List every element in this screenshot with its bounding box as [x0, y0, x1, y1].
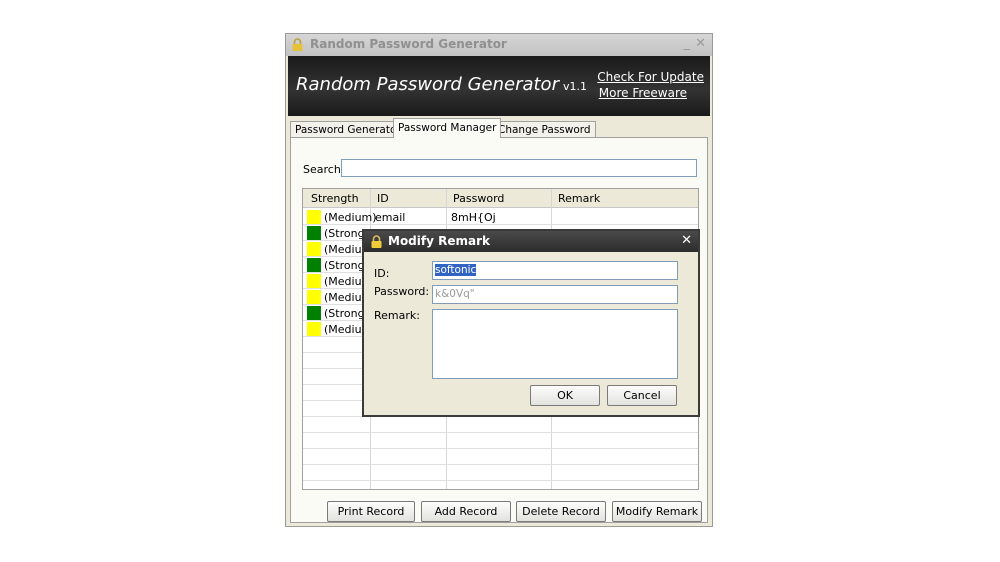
- password-field: k&0Vq": [432, 285, 678, 304]
- strength-swatch: [307, 290, 321, 304]
- table-row[interactable]: (Medium) email 8mH{Oj: [303, 209, 698, 225]
- close-button[interactable]: ✕: [695, 36, 706, 51]
- strength-swatch: [307, 306, 321, 320]
- header-password[interactable]: Password: [453, 192, 504, 205]
- strength-swatch: [307, 242, 321, 256]
- app-banner: Random Password Generator v1.1 Check For …: [288, 56, 710, 116]
- id-label: ID:: [374, 267, 390, 280]
- dialog-title-bar[interactable]: Modify Remark ✕: [364, 231, 698, 252]
- password-text: 8mH{Oj: [451, 211, 496, 224]
- strength-swatch: [307, 274, 321, 288]
- header-id[interactable]: ID: [377, 192, 389, 205]
- id-text: email: [375, 211, 406, 224]
- row-line: [303, 464, 698, 465]
- strength-swatch: [307, 226, 321, 240]
- delete-record-button[interactable]: Delete Record: [516, 501, 606, 522]
- print-record-button[interactable]: Print Record: [327, 501, 415, 522]
- row-line: [303, 448, 698, 449]
- check-for-update-link[interactable]: Check For Update: [597, 70, 704, 84]
- cancel-button[interactable]: Cancel: [607, 385, 677, 406]
- more-freeware-link[interactable]: More Freeware: [599, 86, 687, 100]
- modify-remark-button[interactable]: Modify Remark: [612, 501, 702, 522]
- remark-label: Remark:: [374, 309, 420, 322]
- row-line: [303, 432, 698, 433]
- add-record-button[interactable]: Add Record: [421, 501, 511, 522]
- window-title: Random Password Generator: [310, 37, 507, 51]
- password-label: Password:: [374, 285, 430, 298]
- ok-button[interactable]: OK: [530, 385, 600, 406]
- header-strength[interactable]: Strength: [311, 192, 359, 205]
- app-title-text: Random Password Generator: [296, 74, 559, 95]
- table-header: Strength ID Password Remark: [303, 189, 698, 208]
- strength-text: (Medium): [324, 211, 377, 224]
- app-version: v1.1: [562, 80, 587, 93]
- remark-textarea[interactable]: [432, 309, 678, 379]
- title-bar[interactable]: Random Password Generator _ ✕: [286, 34, 712, 56]
- tab-change-password[interactable]: Change Password: [493, 121, 596, 138]
- tab-password-manager[interactable]: Password Manager: [393, 118, 502, 138]
- search-input[interactable]: [341, 159, 697, 177]
- search-label: Search:: [303, 163, 345, 176]
- strength-swatch: [307, 322, 321, 336]
- tab-password-generator[interactable]: Password Generator: [290, 121, 406, 138]
- app-title: Random Password Generator v1.1: [296, 74, 587, 95]
- id-field[interactable]: softonic: [432, 261, 678, 280]
- strength-swatch: [307, 210, 321, 224]
- minimize-button[interactable]: _: [684, 36, 691, 51]
- id-field-value: softonic: [435, 264, 477, 276]
- row-line: [303, 480, 698, 481]
- lock-icon: [371, 235, 382, 248]
- header-remark[interactable]: Remark: [558, 192, 600, 205]
- dialog-title: Modify Remark: [388, 234, 490, 248]
- dialog-close-button[interactable]: ✕: [681, 233, 692, 248]
- lock-icon: [292, 38, 303, 51]
- strength-swatch: [307, 258, 321, 272]
- modify-remark-dialog: Modify Remark ✕ ID: softonic Password: k…: [362, 229, 700, 417]
